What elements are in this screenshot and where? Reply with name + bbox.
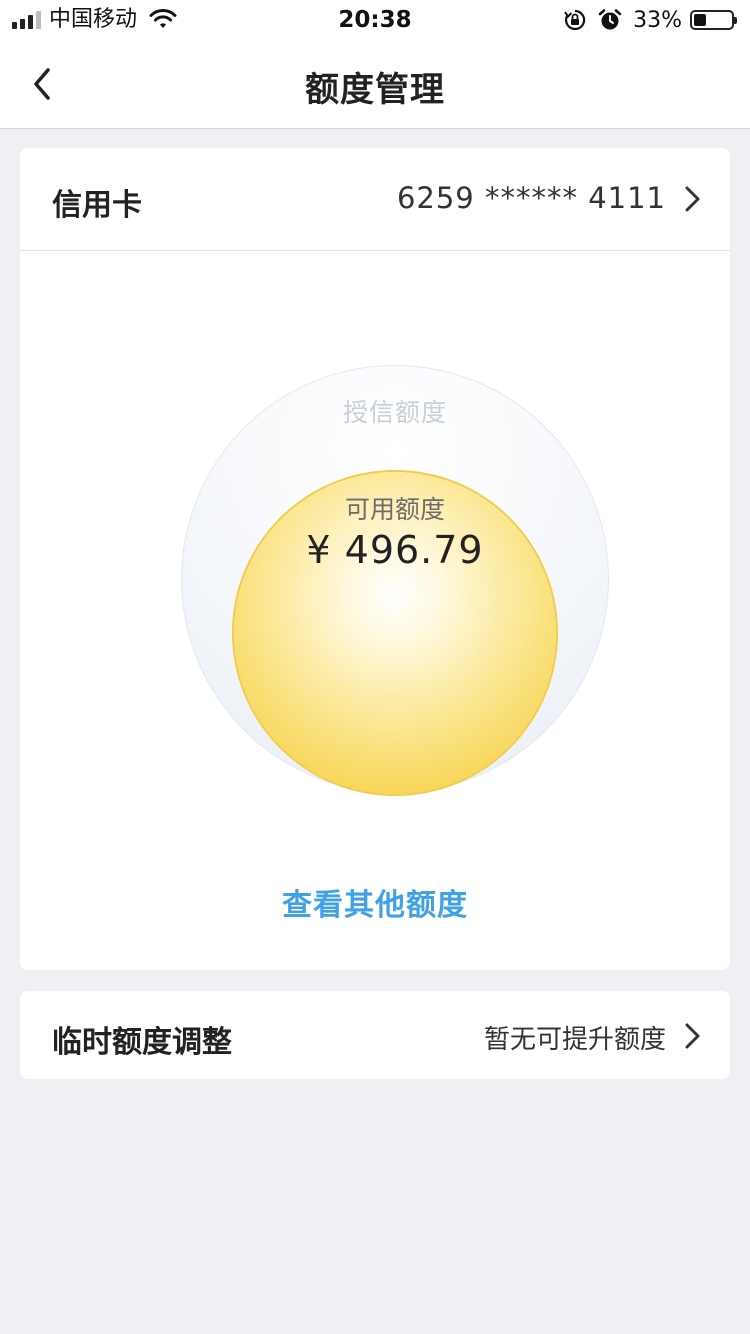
- credit-card-panel: 信用卡 6259 ****** 4111 授信额度 可用额度 ¥ 496.79 …: [20, 148, 730, 970]
- quota-visual: 授信额度 可用额度 ¥ 496.79: [20, 251, 730, 811]
- nav-bar: 额度管理: [0, 40, 750, 129]
- status-bar: 中国移动 20:38 33%: [0, 0, 750, 40]
- chevron-right-icon: [685, 186, 700, 212]
- total-quota-label: 授信额度: [342, 398, 447, 427]
- alarm-icon: [598, 9, 622, 30]
- card-number: 6259 ****** 4111: [396, 181, 666, 215]
- available-quota-amount: ¥ 496.79: [306, 528, 484, 572]
- available-quota-label: 可用额度: [344, 495, 445, 524]
- view-other-quota-link[interactable]: 查看其他额度: [20, 880, 730, 924]
- temp-quota-status: 暂无可提升额度: [483, 1025, 666, 1055]
- battery-fill: [694, 14, 706, 26]
- chevron-right-icon: [685, 1023, 700, 1049]
- orientation-lock-icon: [564, 9, 586, 31]
- page-title: 额度管理: [305, 70, 445, 110]
- temp-quota-label: 临时额度调整: [52, 1025, 232, 1060]
- battery-percent: 33%: [633, 7, 682, 33]
- status-right: 33%: [563, 7, 737, 33]
- battery-icon: [690, 10, 737, 30]
- temp-quota-panel: 临时额度调整 暂无可提升额度: [20, 991, 730, 1079]
- temp-quota-row[interactable]: 临时额度调整 暂无可提升额度: [20, 991, 730, 1079]
- card-select-row[interactable]: 信用卡 6259 ****** 4111: [20, 148, 730, 251]
- card-type-label: 信用卡: [52, 188, 142, 223]
- available-quota-circle: 可用额度 ¥ 496.79: [234, 472, 556, 794]
